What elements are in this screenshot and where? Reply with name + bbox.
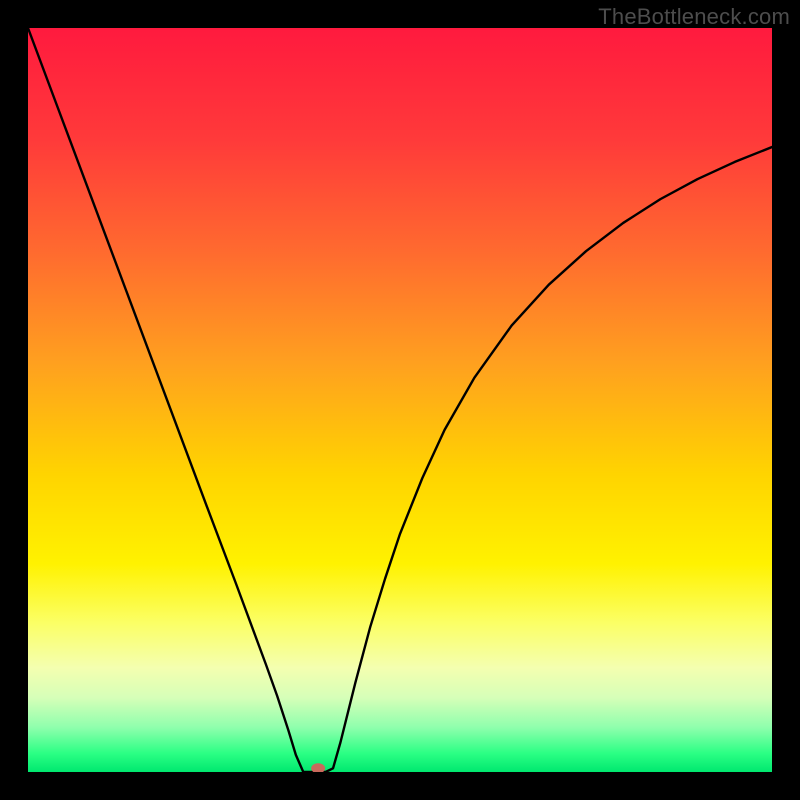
chart-svg — [28, 28, 772, 772]
gradient-background — [28, 28, 772, 772]
chart-frame: TheBottleneck.com — [0, 0, 800, 800]
watermark-text: TheBottleneck.com — [598, 4, 790, 30]
plot-area — [28, 28, 772, 772]
